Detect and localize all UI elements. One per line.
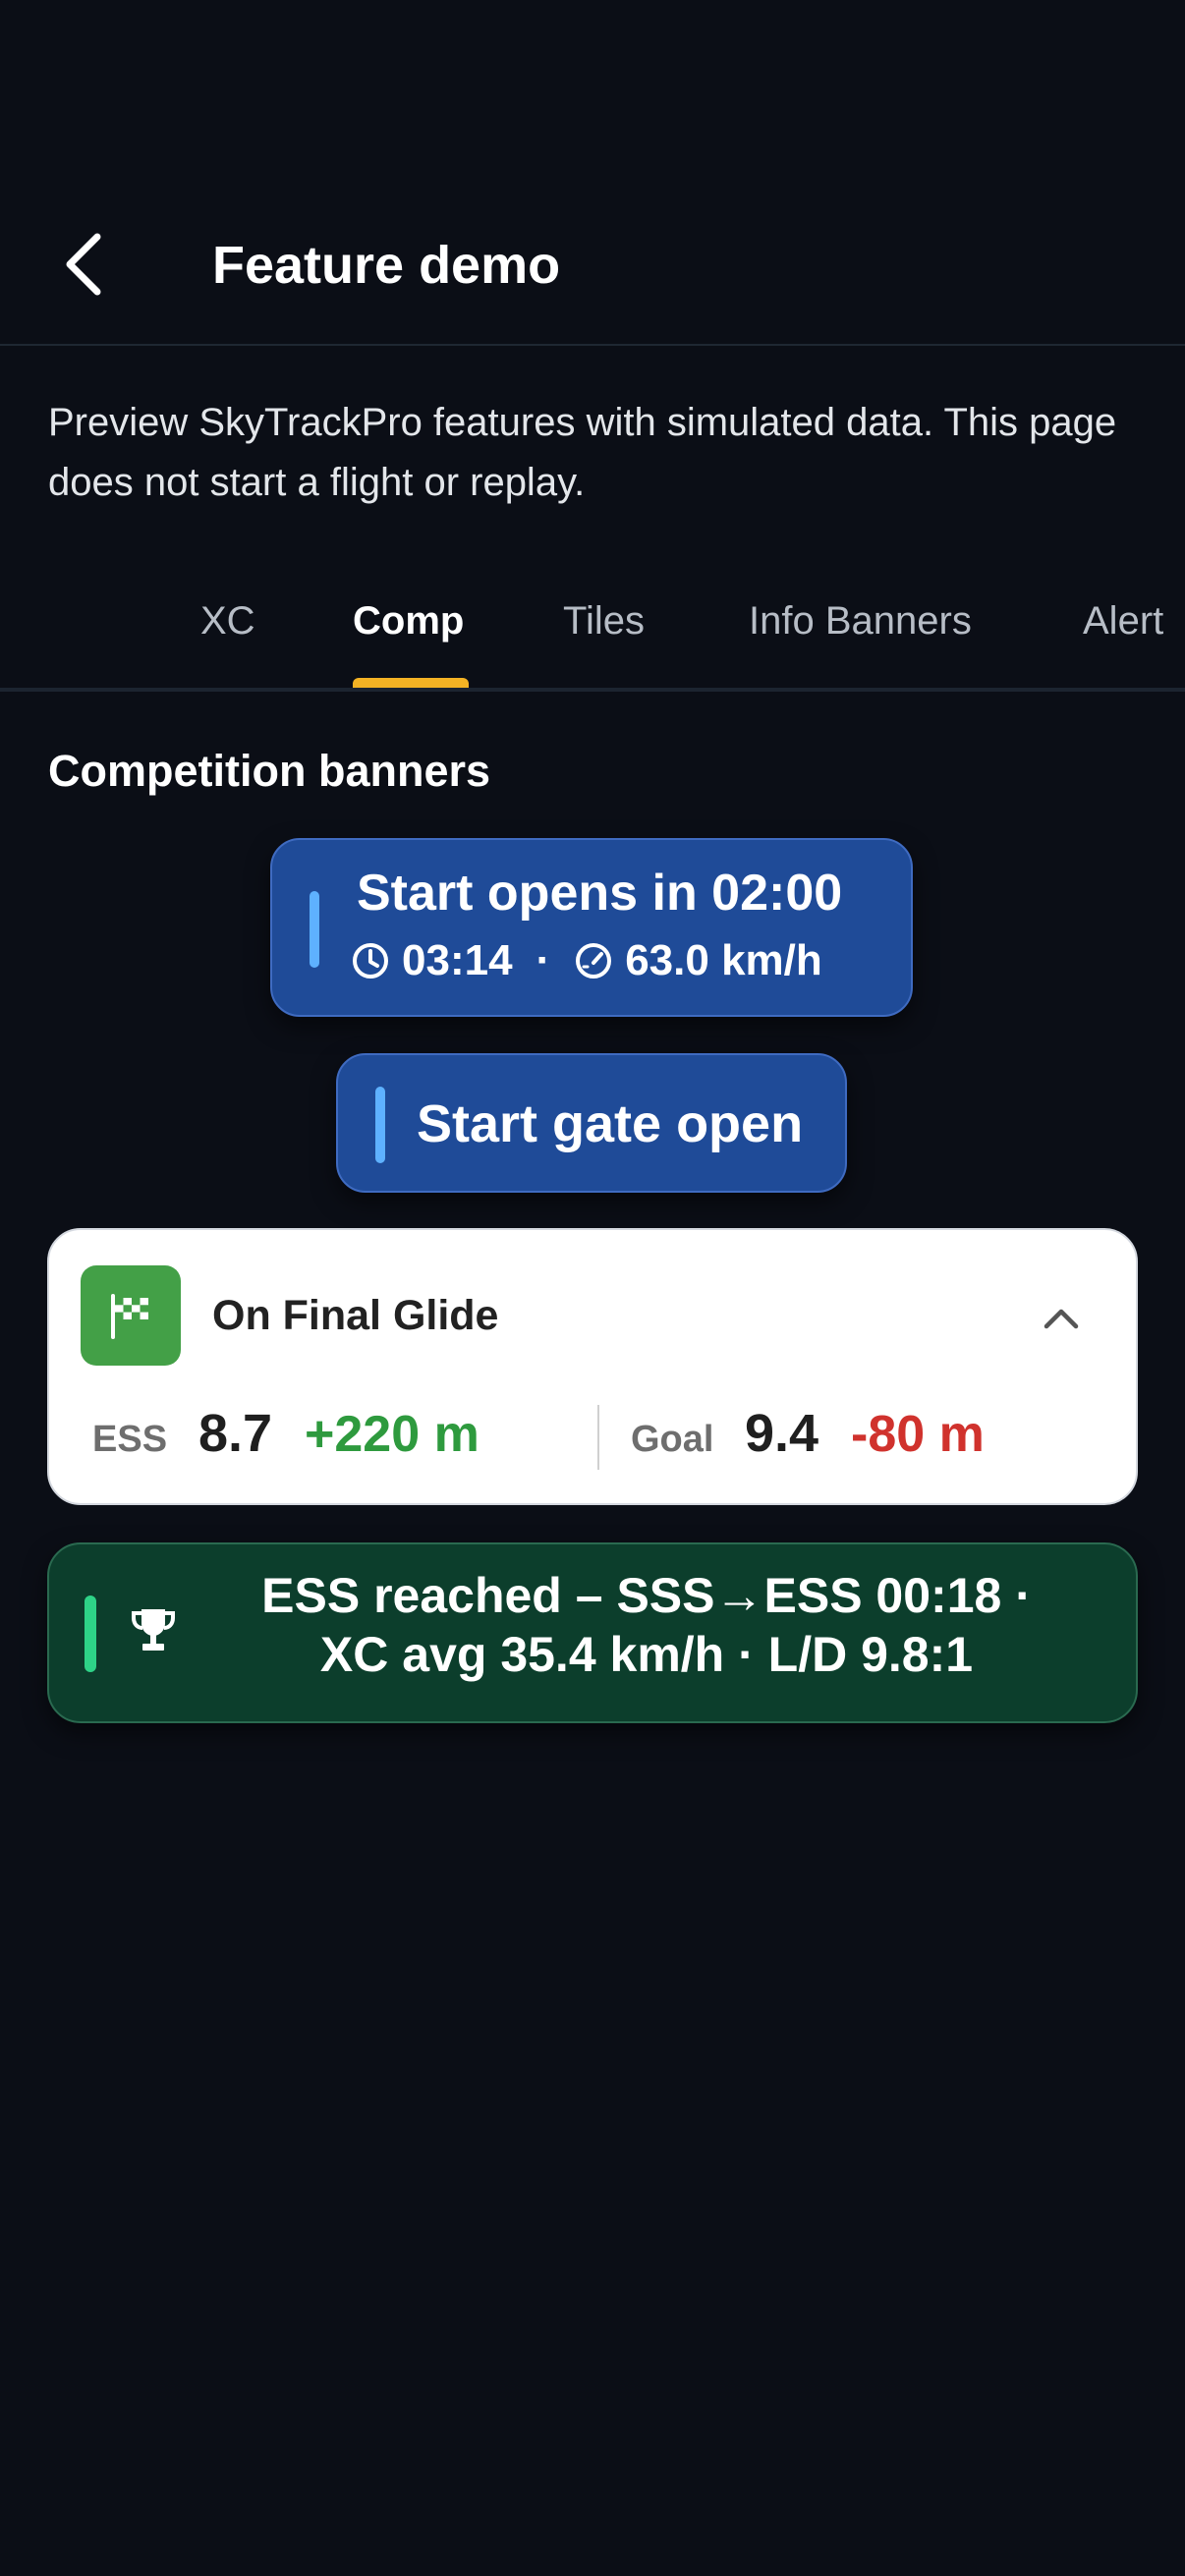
- collapse-button[interactable]: [1032, 1289, 1091, 1348]
- start-gate-banner: Start gate open: [336, 1053, 847, 1193]
- banner-accent-bar: [310, 891, 319, 968]
- ess-value: 8.7: [198, 1404, 273, 1463]
- final-glide-icon-box: [81, 1265, 181, 1366]
- page-title: Feature demo: [212, 236, 561, 295]
- ess-label: ESS: [92, 1419, 168, 1460]
- start-gate-title: Start gate open: [417, 1094, 804, 1153]
- tab-tiles[interactable]: Tiles: [563, 591, 645, 650]
- ess-reached-text: ESS reached – SSS→ESS 00:18 · XC avg 35.…: [198, 1566, 1095, 1684]
- ess-reached-line-1: ESS reached – SSS→ESS 00:18 ·: [261, 1568, 1032, 1623]
- ess-delta: +220 m: [305, 1406, 480, 1463]
- chevron-left-icon: [66, 233, 101, 296]
- trophy-icon: [132, 1609, 175, 1651]
- chevron-up-icon: [1044, 1309, 1079, 1329]
- back-button[interactable]: [49, 222, 118, 307]
- app-bar: Feature demo: [0, 0, 1185, 346]
- final-glide-title: On Final Glide: [212, 1292, 499, 1339]
- start-opens-details: 03:14 · 63.0 km/h: [351, 936, 822, 985]
- tab-comp[interactable]: Comp: [353, 591, 464, 650]
- tab-xc[interactable]: XC: [200, 591, 255, 650]
- ess-reached-banner: ESS reached – SSS→ESS 00:18 · XC avg 35.…: [47, 1542, 1138, 1723]
- start-opens-banner: Start opens in 02:00 03:14 · 63.0 km/h: [270, 838, 913, 1017]
- checkered-flag-icon: [111, 1294, 148, 1339]
- goal-delta: -80 m: [851, 1406, 985, 1463]
- speed-value: 63.0 km/h: [625, 936, 822, 984]
- goal-label: Goal: [631, 1419, 714, 1460]
- final-glide-card: On Final Glide ESS 8.7 +220 m Goal 9.4 -…: [47, 1228, 1138, 1505]
- goal-value: 9.4: [745, 1404, 819, 1463]
- start-time-value: 03:14: [402, 936, 513, 984]
- tab-alert[interactable]: Alert: [1083, 591, 1163, 650]
- detail-separator: ·: [536, 936, 551, 984]
- page-description: Preview SkyTrackPro features with simula…: [48, 401, 1117, 504]
- start-opens-title: Start opens in 02:00: [357, 865, 843, 922]
- speedometer-icon: [576, 943, 612, 979]
- stat-divider: [597, 1405, 599, 1470]
- ess-reached-line-2: XC avg 35.4 km/h · L/D 9.8:1: [319, 1627, 974, 1682]
- ess-accent-bar: [85, 1596, 96, 1672]
- section-title: Competition banners: [48, 746, 491, 796]
- banner-accent-bar: [375, 1087, 385, 1163]
- clock-icon: [353, 943, 388, 979]
- tab-info-banners[interactable]: Info Banners: [749, 591, 972, 650]
- tab-bar: XC Comp Tiles Info Banners Alert: [0, 570, 1185, 692]
- active-tab-indicator: [353, 678, 469, 688]
